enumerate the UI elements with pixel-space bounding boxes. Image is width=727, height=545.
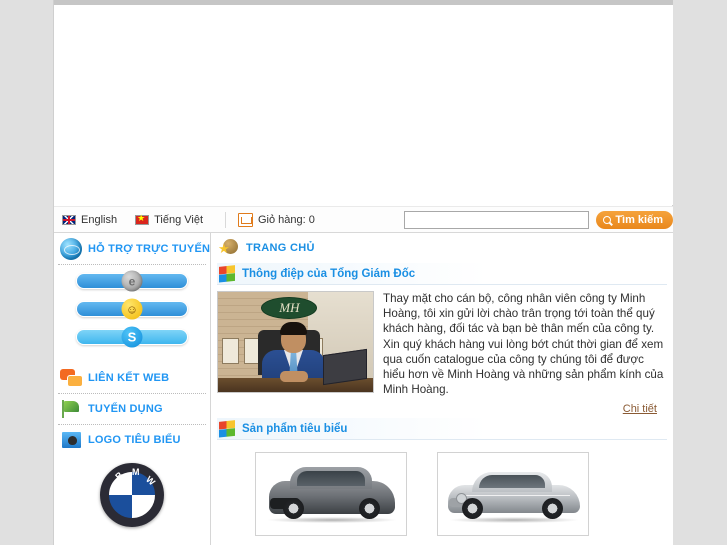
language-vietnamese[interactable]: Tiếng Việt [135, 213, 203, 226]
globe-star-icon [218, 238, 239, 258]
page-root: English Tiếng Việt Giỏ hàng: 0 Tìm kiếm … [0, 0, 727, 545]
ceo-message-block: MH Thay mặt cho cán bộ, công nhân viên c… [217, 291, 667, 397]
language-vietnamese-label: Tiếng Việt [154, 213, 203, 226]
bmw-letter-w: W [144, 474, 158, 488]
divider [225, 211, 226, 228]
sedan-windows [479, 475, 545, 489]
content-columns: HỖ TRỢ TRỰC TUYẾN e ☺ S LIÊN KẾT WEB TUY… [54, 233, 673, 545]
message-body: Thay mặt cho cán bộ, công nhân viên công… [383, 292, 664, 397]
language-english[interactable]: English [62, 214, 117, 226]
ceo-photo: MH [217, 291, 374, 393]
contact-skype[interactable]: S [76, 326, 188, 348]
products-title: Sản phẩm tiêu biểu [242, 422, 348, 435]
bmw-logo[interactable]: B M W [100, 463, 164, 527]
product-card-suv[interactable] [255, 452, 407, 537]
cart-icon [238, 212, 253, 227]
sidebar-section-logos[interactable]: LOGO TIÊU BIỂU [54, 427, 210, 453]
divider [58, 424, 206, 425]
wheel [542, 498, 563, 520]
section-header-products: Sản phẩm tiêu biểu [217, 418, 667, 441]
sidebar-section-support[interactable]: HỖ TRỢ TRỰC TUYẾN [54, 236, 210, 262]
search-button[interactable]: Tìm kiếm [596, 210, 673, 229]
detail-link[interactable]: Chi tiết [623, 403, 657, 415]
language-english-label: English [81, 213, 118, 226]
message-title: Thông điệp của Tổng Giám Đốc [242, 267, 416, 280]
flag-icon [60, 398, 82, 420]
logo-badge-icon [60, 429, 82, 451]
sidebar-section-recruitment[interactable]: TUYỂN DỤNG [54, 396, 210, 422]
laptop [323, 348, 367, 386]
cart-label: Giỏ hàng: 0 [258, 213, 315, 226]
uk-flag-icon [62, 214, 76, 225]
globe-icon [60, 238, 82, 260]
section-header-message: Thông điệp của Tổng Giám Đốc [217, 263, 667, 285]
partner-logo-list: B M W [54, 453, 210, 527]
main-content: TRANG CHỦ Thông điệp của Tổng Giám Đốc M… [211, 233, 673, 545]
product-card-sedan[interactable] [437, 452, 589, 537]
windows-flag-icon [219, 264, 235, 283]
product-list [217, 440, 667, 537]
person-hands [280, 371, 308, 382]
wheel [359, 498, 380, 520]
search-button-label: Tìm kiếm [615, 213, 663, 226]
shopping-cart[interactable]: Giỏ hàng: 0 [238, 212, 315, 227]
person-hair [280, 322, 307, 335]
suv-windows [297, 471, 365, 487]
chat-bubbles-icon [60, 367, 83, 389]
breadcrumb-label: TRANG CHỦ [246, 242, 315, 254]
contact-yahoo-offline[interactable]: e [76, 270, 188, 292]
breadcrumb[interactable]: TRANG CHỦ [217, 236, 667, 260]
vietnam-flag-icon [135, 213, 150, 225]
skype-icon: S [121, 326, 143, 348]
contact-yahoo-online[interactable]: ☺ [76, 298, 188, 320]
car-shadow [268, 517, 396, 524]
wheel [462, 498, 483, 520]
search-area: Tìm kiếm [404, 210, 673, 229]
bmw-lettering: B M W [100, 463, 164, 527]
search-input[interactable] [404, 210, 590, 229]
yahoo-offline-icon: e [121, 270, 143, 292]
sidebar-support-title: HỖ TRỢ TRỰC TUYẾN [88, 243, 211, 255]
bmw-letter-b: B [113, 469, 126, 482]
company-plaque: MH [261, 297, 318, 319]
sidebar-recruitment-title: TUYỂN DỤNG [88, 403, 163, 415]
sidebar: HỖ TRỢ TRỰC TUYẾN e ☺ S LIÊN KẾT WEB TUY… [54, 233, 211, 545]
sidebar-weblinks-title: LIÊN KẾT WEB [88, 372, 170, 384]
detail-row: Chi tiết [217, 397, 667, 415]
sidebar-section-weblinks[interactable]: LIÊN KẾT WEB [54, 365, 210, 391]
support-contact-list: e ☺ S [54, 267, 210, 365]
photo-frame [222, 338, 239, 364]
windows-flag-icon [219, 420, 235, 438]
yahoo-online-icon: ☺ [121, 298, 143, 320]
sedan-bodyline [460, 495, 570, 497]
bmw-letter-m: M [132, 467, 141, 477]
wheel [283, 498, 304, 520]
sidebar-logos-title: LOGO TIÊU BIỂU [88, 434, 181, 446]
divider [58, 393, 206, 394]
divider [58, 264, 206, 265]
header-banner [54, 5, 673, 205]
search-icon [603, 215, 612, 224]
utility-bar: English Tiếng Việt Giỏ hàng: 0 Tìm kiếm [54, 206, 673, 233]
